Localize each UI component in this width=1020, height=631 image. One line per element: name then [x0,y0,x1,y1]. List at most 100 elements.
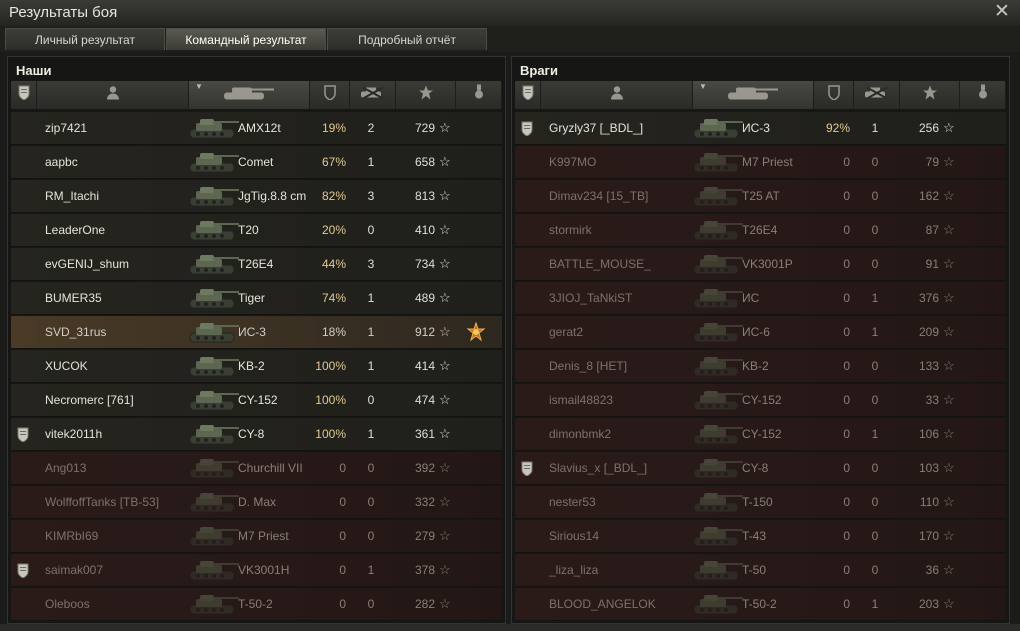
vehicle-name: KB-2 [238,359,265,373]
player-row[interactable]: Gryzly37 [_BDL_] ИС-3 92% 1 256 ☆ [515,112,1006,145]
player-name: XUCOK [45,359,88,373]
player-row[interactable]: XUCOK KB-2 100% 1 414 ☆ [11,350,502,383]
player-icon [610,86,623,105]
kills-value: 0 [871,257,879,271]
kills-value: 1 [367,359,375,373]
xp-value: 103 [918,461,939,475]
player-row[interactable]: SVD_31rus ИС-3 18% 1 912 ☆ [11,316,502,349]
player-row[interactable]: zip7421 AMX12t 19% 2 729 ☆ [11,112,502,145]
player-row[interactable]: aapbc Comet 67% 1 658 ☆ [11,146,502,179]
tank-icon [186,319,242,347]
star-icon: ☆ [439,494,451,509]
kills-value: 0 [871,359,879,373]
close-icon[interactable]: ✕ [992,2,1012,22]
player-name: Sirious14 [549,529,600,543]
player-row[interactable]: vitek2011h CY-8 100% 1 361 ☆ [11,418,502,451]
player-row[interactable]: LeaderOne T20 20% 0 410 ☆ [11,214,502,247]
column-header-tank[interactable]: ▼ [189,81,310,109]
damage-value: 0 [339,529,346,543]
star-icon: ☆ [943,120,955,135]
player-row[interactable]: Necromerc [761] CY-152 100% 0 474 ☆ [11,384,502,417]
window-title: Результаты боя [9,4,118,21]
column-header-tank[interactable]: ▼ [693,81,814,109]
tank-icon [690,353,746,381]
player-row[interactable]: stormirk T26E4 0 0 87 ☆ [515,214,1006,247]
medal-icon [978,84,988,106]
player-row[interactable]: nester53 T-150 0 0 110 ☆ [515,486,1006,519]
tank-icon [186,591,242,619]
player-row[interactable]: Denis_8 [HET] KB-2 0 0 133 ☆ [515,350,1006,383]
vehicle-name: VK3001P [742,257,793,271]
tank-icon [690,149,746,177]
player-row[interactable]: 3JIOJ_TaNkiST ИС 0 1 376 ☆ [515,282,1006,315]
player-row[interactable]: BLOOD_ANGELOK T-50-2 0 1 203 ☆ [515,588,1006,621]
xp-value: 361 [414,427,435,441]
damage-value: 20% [321,223,346,237]
tank-icon [690,387,746,415]
column-header-medal[interactable] [960,81,1006,109]
xp-value: 33 [925,393,939,407]
medal-icon[interactable] [466,321,486,342]
kills-value: 1 [871,325,879,339]
damage-value: 100% [315,393,346,407]
tank-icon [690,455,746,483]
player-row[interactable]: Slavius_x [_BDL_] CY-8 0 0 103 ☆ [515,452,1006,485]
player-row[interactable]: BATTLE_MOUSE_ VK3001P 0 0 91 ☆ [515,248,1006,281]
xp-value: 203 [918,597,939,611]
player-row[interactable]: Dimav234 [15_TB] T25 AT 0 0 162 ☆ [515,180,1006,213]
tank-icon [186,387,242,415]
kills-value: 2 [367,121,375,135]
column-header-xp[interactable] [900,81,960,109]
player-row[interactable]: KIMRbI69 M7 Priest 0 0 279 ☆ [11,520,502,553]
kills-value: 1 [367,325,375,339]
damage-value: 0 [843,325,850,339]
column-header-kills[interactable] [854,81,900,109]
column-header-kills[interactable] [350,81,396,109]
platoon-shield-icon [17,563,29,579]
player-name: SVD_31rus [45,325,107,339]
column-header-player[interactable] [541,81,693,109]
vehicle-name: Comet [238,155,274,169]
player-row[interactable]: BUMER35 Tiger 74% 1 489 ☆ [11,282,502,315]
medal-icon [474,84,484,106]
player-row[interactable]: evGENIJ_shum T26E4 44% 3 734 ☆ [11,248,502,281]
column-header-damage[interactable] [814,81,854,109]
battle-results-window: Результаты боя ✕ Личный результат Команд… [0,0,1020,631]
player-row[interactable]: Oleboos T-50-2 0 0 282 ☆ [11,588,502,621]
column-header-medal[interactable] [456,81,502,109]
player-row[interactable]: Ang013 Churchill VII 0 0 392 ☆ [11,452,502,485]
star-icon: ☆ [439,256,451,271]
player-row[interactable]: gerat2 ИС-6 0 1 209 ☆ [515,316,1006,349]
player-row[interactable]: dimonbmk2 CY-152 0 1 106 ☆ [515,418,1006,451]
column-header-platoon[interactable] [11,81,37,109]
damage-value: 0 [843,291,850,305]
tab-personal-result[interactable]: Личный результат [5,28,165,50]
tab-team-result[interactable]: Командный результат [166,28,326,50]
player-row[interactable]: ismail48823 CY-152 0 0 33 ☆ [515,384,1006,417]
player-row[interactable]: Sirious14 T-43 0 0 170 ☆ [515,520,1006,553]
tank-icon [690,421,746,449]
damage-value: 0 [843,189,850,203]
player-row[interactable]: saimak007 VK3001H 0 1 378 ☆ [11,554,502,587]
player-row[interactable]: _liza_liza T-50 0 0 36 ☆ [515,554,1006,587]
vehicle-name: T-50-2 [238,597,273,611]
kills-value: 0 [871,223,879,237]
kills-icon [359,86,387,105]
damage-value: 82% [321,189,346,203]
platoon-shield-icon [521,121,533,137]
damage-value: 0 [843,223,850,237]
vehicle-name: ИС-6 [742,325,770,339]
star-icon [418,85,434,106]
player-row[interactable]: K997MO M7 Priest 0 0 79 ☆ [515,146,1006,179]
column-header-player[interactable] [37,81,189,109]
damage-value: 0 [843,427,850,441]
column-header-damage[interactable] [310,81,350,109]
damage-value: 67% [321,155,346,169]
player-row[interactable]: WolffoffTanks [TB-53] D. Max 0 0 332 ☆ [11,486,502,519]
vehicle-name: ИС-3 [742,121,770,135]
tab-detailed-report[interactable]: Подробный отчёт [327,28,487,50]
column-header-platoon[interactable] [515,81,541,109]
column-header-xp[interactable] [396,81,456,109]
player-row[interactable]: RM_Itachi JgTig.8.8 cm 82% 3 813 ☆ [11,180,502,213]
kills-value: 1 [367,291,375,305]
